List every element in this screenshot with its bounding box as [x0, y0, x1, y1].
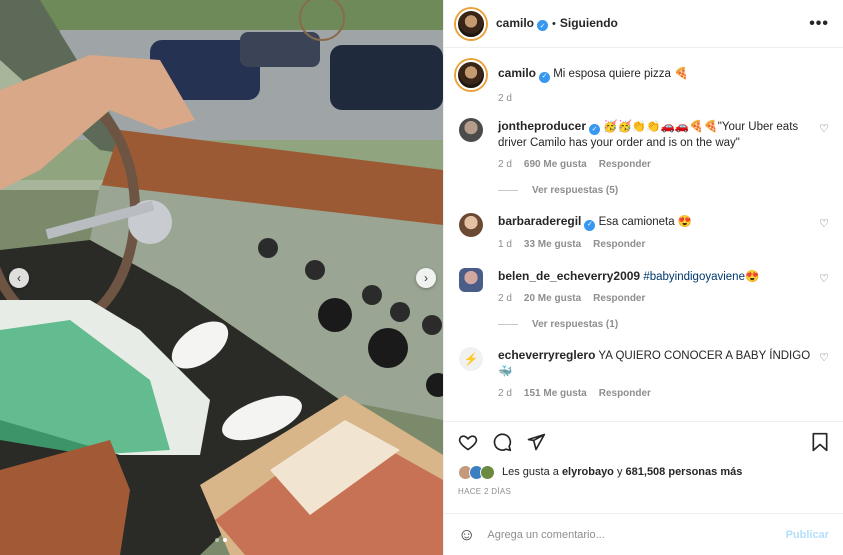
replies-line — [498, 323, 518, 325]
comment-body: belen_de_echeverry2009 #babyindigoyavien… — [498, 268, 829, 304]
verified-badge-icon: ✓ — [539, 71, 551, 83]
comment-time[interactable]: 2 d — [498, 159, 512, 170]
carousel-dot — [215, 538, 219, 542]
comment-text-line: echeverryreglero YA QUIERO CONOCER A BAB… — [498, 347, 811, 380]
reply-button[interactable]: Responder — [599, 159, 651, 170]
publish-button[interactable]: Publicar — [786, 529, 829, 541]
following-button[interactable]: Siguiendo — [560, 16, 618, 30]
caption: camilo ✓ Mi esposa quiere pizza 🍕 2 d — [456, 60, 829, 104]
add-comment-bar: ☺ Publicar — [444, 513, 843, 555]
commenter-avatar[interactable] — [459, 213, 483, 237]
header-separator: • — [552, 17, 556, 30]
comment-meta: 1 d 33 Me gusta Responder — [498, 239, 811, 250]
caption-username[interactable]: camilo — [498, 66, 536, 80]
likes-prefix: Les gusta a — [502, 466, 559, 478]
commenter-avatar[interactable] — [459, 117, 483, 142]
likes-joiner: y — [616, 466, 623, 478]
heart-icon[interactable] — [458, 432, 478, 452]
liker-avatars — [458, 464, 495, 480]
carousel-next-button[interactable]: › — [416, 268, 436, 288]
reply-button[interactable]: Responder — [599, 388, 651, 399]
bookmark-icon[interactable] — [811, 432, 829, 452]
caption-time[interactable]: 2 d — [498, 93, 512, 104]
comment-meta: 2 d 151 Me gusta Responder — [498, 388, 811, 399]
author-info: camilo ✓ • Siguiendo — [496, 16, 618, 32]
truck-interior-photo — [0, 0, 443, 555]
verified-badge-icon: ✓ — [584, 219, 596, 231]
liker-avatar[interactable] — [480, 464, 495, 480]
verified-badge-icon: ✓ — [589, 124, 601, 135]
post-side-panel: camilo ✓ • Siguiendo ••• camilo ✓ Mi esposa … — [443, 0, 843, 555]
replies-line — [498, 190, 518, 191]
comment-meta: 2 d 20 Me gusta Responder — [498, 293, 811, 304]
verified-badge-icon: ✓ — [537, 20, 549, 32]
comment-input[interactable] — [487, 528, 786, 541]
comment-body: echeverryreglero YA QUIERO CONOCER A BAB… — [498, 347, 829, 399]
comment-username[interactable]: barbaraderegil — [498, 214, 581, 228]
comment-likes[interactable]: 690 Me gusta — [524, 159, 587, 170]
view-replies-label: Ver respuestas (1) — [532, 318, 619, 330]
reply-button[interactable]: Responder — [593, 293, 645, 304]
comment-hashtag[interactable]: #babyindigoyaviene😍 — [643, 271, 759, 283]
comment-time[interactable]: 1 d — [498, 239, 512, 250]
post-actions — [444, 421, 843, 461]
heart-outline-icon[interactable]: ♡ — [819, 122, 829, 135]
instagram-post: ‹ › camilo ✓ • Siguiendo ••• camilo ✓ Mi esp… — [0, 0, 843, 555]
caption-body: camilo ✓ Mi esposa quiere pizza 🍕 2 d — [498, 60, 829, 104]
comment-username[interactable]: belen_de_echeverry2009 — [498, 269, 640, 283]
heart-outline-icon[interactable]: ♡ — [819, 217, 829, 230]
carousel-prev-button[interactable]: ‹ — [9, 268, 29, 288]
comments-list: camilo ✓ Mi esposa quiere pizza 🍕 2 d jon… — [444, 48, 843, 421]
comment-bubble-icon[interactable] — [492, 432, 512, 452]
more-options-icon[interactable]: ••• — [809, 15, 829, 33]
carousel-dot-active — [223, 538, 227, 542]
caption-text: Mi esposa quiere pizza 🍕 — [553, 68, 689, 80]
post-header: camilo ✓ • Siguiendo ••• — [444, 0, 843, 48]
liker-username[interactable]: elyrobayo — [562, 466, 614, 478]
comment-meta: 2 d 690 Me gusta Responder — [498, 159, 811, 170]
comment-username[interactable]: echeverryreglero — [498, 348, 595, 362]
comment-body: barbaraderegil ✓ Esa camioneta 😍 1 d 33 M… — [498, 213, 829, 250]
likes-summary: Les gusta a elyrobayo y 681,508 personas… — [444, 463, 843, 481]
comment-likes[interactable]: 20 Me gusta — [524, 293, 581, 304]
comment-item: belen_de_echeverry2009 #babyindigoyavien… — [456, 267, 829, 304]
comment-text-line: barbaraderegil ✓ Esa camioneta 😍 — [498, 213, 811, 231]
comment-time[interactable]: 2 d — [498, 293, 512, 304]
comment-likes[interactable]: 151 Me gusta — [524, 388, 587, 399]
author-username[interactable]: camilo — [496, 16, 534, 30]
commenter-avatar[interactable] — [459, 267, 483, 292]
carousel-dots — [215, 538, 227, 542]
heart-outline-icon[interactable]: ♡ — [819, 272, 829, 285]
comment-time[interactable]: 2 d — [498, 388, 512, 399]
commenter-avatar[interactable]: ⚡ — [459, 346, 483, 371]
view-replies-label: Ver respuestas (5) — [532, 185, 619, 196]
view-replies-button[interactable]: Ver respuestas (1) — [498, 319, 829, 330]
post-time[interactable]: HACE 2 DÍAS — [444, 481, 843, 504]
view-replies-button[interactable]: Ver respuestas (5) — [498, 185, 829, 196]
likes-others[interactable]: 681,508 personas más — [626, 466, 743, 478]
comment-text: Esa camioneta 😍 — [598, 216, 693, 228]
post-photo[interactable]: ‹ › — [0, 0, 443, 555]
heart-outline-icon[interactable]: ♡ — [819, 351, 829, 364]
caption-text-line: camilo ✓ Mi esposa quiere pizza 🍕 — [498, 65, 811, 83]
caption-meta: 2 d — [498, 93, 811, 104]
caption-avatar[interactable] — [456, 60, 486, 90]
comment-text-line: jontheproducer ✓ 🥳🥳👏👏🚗🚗🍕🍕"Your Uber eats … — [498, 118, 811, 152]
paper-plane-icon[interactable] — [526, 432, 546, 452]
author-avatar[interactable] — [456, 8, 486, 39]
comment-item: barbaraderegil ✓ Esa camioneta 😍 1 d 33 M… — [456, 213, 829, 250]
comment-text-line: belen_de_echeverry2009 #babyindigoyavien… — [498, 268, 811, 285]
comment-item: ⚡ echeverryreglero YA QUIERO CONOCER A B… — [456, 346, 829, 399]
comment-likes[interactable]: 33 Me gusta — [524, 239, 581, 250]
comment-item: jontheproducer ✓ 🥳🥳👏👏🚗🚗🍕🍕"Your Uber eats … — [456, 117, 829, 171]
smiley-icon[interactable]: ☺ — [458, 525, 475, 545]
comment-body: jontheproducer ✓ 🥳🥳👏👏🚗🚗🍕🍕"Your Uber eats … — [498, 118, 829, 171]
comment-username[interactable]: jontheproducer — [498, 119, 586, 133]
reply-button[interactable]: Responder — [593, 239, 645, 250]
